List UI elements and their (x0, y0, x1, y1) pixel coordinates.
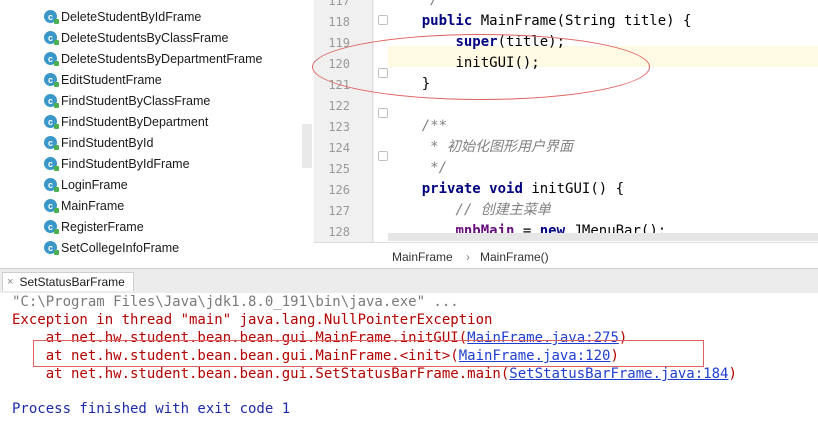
tree-item-label: MainFrame (61, 198, 125, 213)
stack-frame-text: at net.hw.student.bean.bean.gui.SetStatu… (12, 366, 510, 382)
fold-marker-icon[interactable] (378, 108, 388, 118)
code-line: /** (388, 116, 447, 137)
code-line: */ (388, 0, 439, 11)
tree-item-label: FindStudentByIdFrame (61, 156, 190, 171)
project-tree: c DeleteStudentByIdFrame c DeleteStudentsBy… (0, 0, 312, 268)
stack-frame-suffix: ) (728, 366, 737, 382)
tree-item[interactable]: c DeleteStudentsByDepartmentFrame (44, 48, 262, 69)
line-number: 118 (328, 15, 350, 29)
tree-item-label: EditStudentFrame (61, 72, 162, 87)
tree-item[interactable]: c SetCollegeInfoFrame (44, 237, 179, 258)
class-icon: c (44, 157, 59, 171)
class-icon: c (44, 31, 59, 45)
tree-item-label: SetCollegeInfoFrame (61, 240, 180, 255)
run-tab[interactable]: × SetStatusBarFrame (2, 272, 134, 291)
code-token: // 创建主菜单 (455, 202, 551, 218)
tree-item[interactable]: c EditStudentFrame (44, 69, 162, 90)
fold-marker-icon[interactable] (378, 151, 388, 161)
code-token: void (489, 181, 523, 197)
class-icon: c (44, 94, 59, 108)
close-icon[interactable]: × (7, 276, 13, 288)
line-number: 125 (328, 162, 350, 176)
line-number: 122 (328, 99, 350, 113)
code-token: /** (421, 118, 448, 134)
gutter-divider (372, 0, 373, 242)
console-command-line[interactable]: "C:\Program Files\Java\jdk1.8.0_191\bin\… (12, 293, 459, 311)
code-token: public (421, 13, 473, 29)
editor-horizontal-scrollbar[interactable] (388, 233, 818, 241)
line-number: 128 (328, 225, 350, 239)
tree-item[interactable]: c FindStudentByIdFrame (44, 153, 190, 174)
tree-item-label: LoginFrame (61, 177, 128, 192)
tree-item-label: FindStudentById (61, 135, 154, 150)
tree-item[interactable]: c MainFrame (44, 195, 124, 216)
annotation-ellipse (312, 34, 650, 100)
stack-frame: at net.hw.student.bean.bean.gui.SetStatu… (12, 365, 737, 383)
code-line: // 创建主菜单 (388, 200, 551, 221)
tree-item-label: DeleteStudentsByDepartmentFrame (61, 51, 263, 66)
tree-item[interactable]: c FindStudentById (44, 132, 153, 153)
class-icon: c (44, 73, 59, 87)
line-number: 124 (328, 141, 350, 155)
tree-item[interactable]: c RegisterFrame (44, 216, 144, 237)
breadcrumb-class[interactable]: MainFrame (392, 250, 453, 264)
class-icon: c (44, 136, 59, 150)
class-icon: c (44, 178, 59, 192)
tree-item[interactable]: c FindStudentByDepartment (44, 111, 208, 132)
run-tool-window-bar: × SetStatusBarFrame (0, 268, 818, 294)
annotation-box (33, 340, 704, 367)
code-token: initGUI() { (522, 181, 625, 197)
code-line: private void initGUI() { (388, 179, 624, 200)
line-number: 127 (328, 204, 350, 218)
class-icon: c (44, 199, 59, 213)
code-token: private (421, 181, 481, 197)
tree-item[interactable]: c DeleteStudentsByClassFrame (44, 27, 228, 48)
class-icon: c (44, 10, 59, 24)
code-token: */ (430, 160, 448, 176)
line-number: 123 (328, 120, 350, 134)
tree-item[interactable]: c FindStudentByClassFrame (44, 90, 210, 111)
run-tab-label: SetStatusBarFrame (19, 275, 125, 289)
tree-item[interactable]: c DeleteStudentByIdFrame (44, 6, 201, 27)
console-exception-line: Exception in thread "main" java.lang.Nul… (12, 312, 493, 328)
tree-item-label: DeleteStudentsByClassFrame (61, 30, 229, 45)
tree-scrollbar-thumb[interactable] (302, 124, 312, 168)
class-icon: c (44, 52, 59, 66)
stack-frame-link[interactable]: SetStatusBarFrame.java:184 (509, 366, 728, 382)
console-exit-message: Process finished with exit code 1 (12, 401, 291, 417)
tree-item-label: RegisterFrame (61, 219, 144, 234)
class-icon: c (44, 241, 59, 255)
tree-item-label: FindStudentByDepartment (61, 114, 209, 129)
class-icon: c (44, 220, 59, 234)
class-icon: c (44, 115, 59, 129)
breadcrumb-separator: › (466, 250, 470, 264)
tree-item-label: DeleteStudentByIdFrame (61, 9, 202, 24)
tree-item-label: FindStudentByClassFrame (61, 93, 211, 108)
line-number: 126 (328, 183, 350, 197)
code-line: public MainFrame(String title) { (388, 11, 692, 32)
code-token: * 初始化图形用户界面 (430, 139, 574, 155)
code-line: */ (388, 158, 447, 179)
code-token: MainFrame(String title) { (472, 13, 692, 29)
code-line: * 初始化图形用户界面 (388, 137, 573, 158)
breadcrumb-method[interactable]: MainFrame() (480, 250, 549, 264)
tree-item[interactable]: c LoginFrame (44, 174, 128, 195)
fold-marker-icon[interactable] (378, 15, 388, 25)
line-number: 117 (328, 0, 350, 8)
breadcrumb: MainFrame › MainFrame() (314, 242, 818, 269)
code-token: */ (421, 0, 439, 8)
